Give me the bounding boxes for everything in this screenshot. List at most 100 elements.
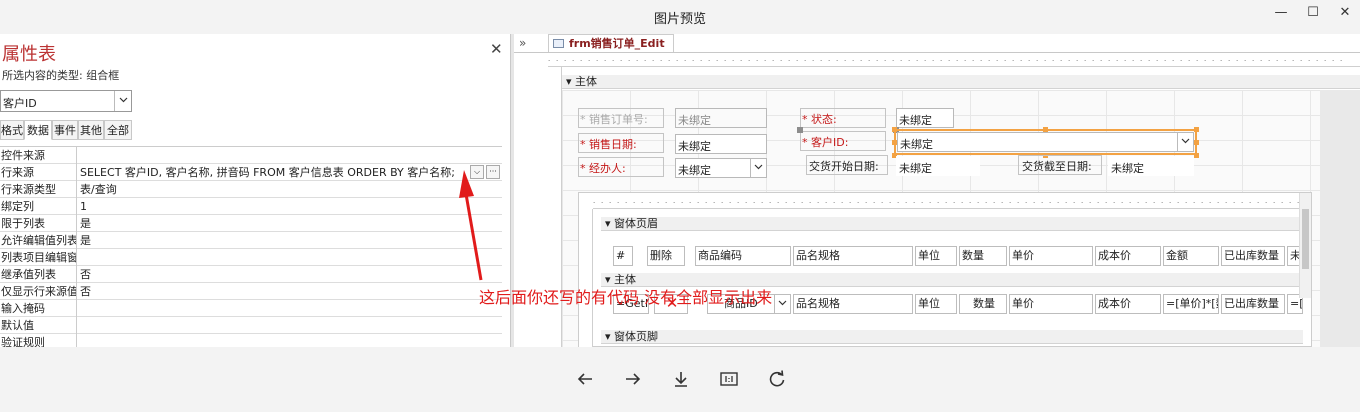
- property-value[interactable]: 表/查询: [80, 181, 460, 198]
- property-value[interactable]: 1: [80, 198, 460, 215]
- subform-footer-bar[interactable]: ▾ 窗体页脚: [601, 330, 1303, 344]
- ruler-tick: ·: [956, 57, 959, 65]
- property-value[interactable]: [80, 300, 460, 317]
- column-header[interactable]: 已出库数量: [1221, 246, 1285, 266]
- property-value[interactable]: [80, 147, 460, 164]
- resize-handle[interactable]: [892, 127, 897, 132]
- scrollbar-thumb[interactable]: [1302, 209, 1309, 269]
- column-header[interactable]: #: [613, 246, 633, 266]
- control-selector[interactable]: 客户ID: [0, 90, 132, 112]
- field-start-date[interactable]: 未绑定: [896, 156, 980, 176]
- move-handle[interactable]: [797, 127, 803, 133]
- resize-handle[interactable]: [892, 140, 897, 145]
- resize-handle[interactable]: [1194, 127, 1199, 132]
- chevron-down-icon[interactable]: [750, 159, 766, 177]
- subform-control[interactable]: · · · · · · · · · · · · · · · · · · · · · · · · · · · · · · · · · · · · · · · ·…: [578, 192, 1312, 347]
- property-row[interactable]: 控件来源: [0, 147, 502, 164]
- column-header[interactable]: 单位: [915, 246, 957, 266]
- ruler-tick: ·: [953, 199, 956, 207]
- tab-format[interactable]: 格式: [0, 120, 24, 140]
- property-value[interactable]: 是: [80, 232, 460, 249]
- property-row[interactable]: 继承值列表否: [0, 266, 502, 283]
- column-header[interactable]: 品名规格: [793, 246, 913, 266]
- ruler-tick: ·: [1268, 57, 1271, 65]
- quantity-field[interactable]: 数量: [959, 294, 1007, 314]
- previous-arrow-icon[interactable]: [573, 369, 597, 393]
- ruler-tick: ·: [636, 57, 639, 65]
- column-header[interactable]: 数量: [959, 246, 1007, 266]
- field-order-no[interactable]: 未绑定: [675, 108, 767, 128]
- chevron-down-icon[interactable]: [114, 91, 131, 111]
- ruler-tick: ·: [980, 57, 983, 65]
- tab-data[interactable]: 数据: [24, 120, 52, 140]
- resize-handle[interactable]: [1194, 153, 1199, 158]
- ruler-tick: ·: [756, 57, 759, 65]
- row-source-value[interactable]: SELECT 客户ID, 客户名称, 拼音码 FROM 客户信息表 ORDER …: [80, 164, 460, 181]
- resize-handle[interactable]: [1043, 127, 1048, 132]
- chevron-down-icon[interactable]: [774, 295, 790, 313]
- field-status[interactable]: 未绑定: [896, 108, 954, 128]
- property-row[interactable]: 允许编辑值列表是: [0, 232, 502, 249]
- ruler-tick: ·: [969, 199, 972, 207]
- ruler-tick: ·: [601, 199, 604, 207]
- ruler-tick: ·: [1241, 199, 1244, 207]
- property-value[interactable]: 否: [80, 266, 460, 283]
- tab-other[interactable]: 其他: [78, 120, 104, 140]
- close-button[interactable]: ✕: [1332, 4, 1358, 22]
- tab-all[interactable]: 全部: [104, 120, 132, 140]
- property-value[interactable]: [80, 317, 460, 334]
- actual-size-icon[interactable]: [717, 369, 741, 393]
- download-icon[interactable]: [669, 369, 693, 393]
- image-viewer: 属性表 ✕ 所选内容的类型: 组合框 客户ID 格式 数据 事件 其他 全部 控…: [0, 34, 1360, 347]
- ruler-tick: ·: [884, 57, 887, 65]
- field-sale-date[interactable]: 未绑定: [675, 134, 767, 154]
- property-sheet-close-icon[interactable]: ✕: [490, 40, 503, 58]
- property-row[interactable]: 输入掩码: [0, 300, 502, 317]
- ruler-tick: ·: [732, 57, 735, 65]
- property-value[interactable]: [80, 334, 460, 347]
- minimize-button[interactable]: —: [1268, 4, 1294, 22]
- document-tab[interactable]: frm销售订单_Edit: [548, 34, 674, 52]
- property-row[interactable]: 验证规则: [0, 334, 502, 347]
- column-header[interactable]: 商品编码: [695, 246, 791, 266]
- property-row[interactable]: 仅显示行来源值否: [0, 283, 502, 300]
- price-field[interactable]: 单价: [1009, 294, 1093, 314]
- next-arrow-icon[interactable]: [621, 369, 645, 393]
- collapse-pane-icon[interactable]: »: [519, 36, 526, 50]
- cost-field[interactable]: 成本价: [1095, 294, 1161, 314]
- ruler-tick: ·: [764, 57, 767, 65]
- maximize-button[interactable]: ☐: [1300, 4, 1326, 22]
- property-row[interactable]: 行来源类型 表/查询: [0, 181, 502, 198]
- handler-combobox[interactable]: 未绑定: [675, 158, 767, 178]
- tab-event[interactable]: 事件: [52, 120, 78, 140]
- resize-handle[interactable]: [1194, 140, 1199, 145]
- column-header[interactable]: 删除: [647, 246, 685, 266]
- column-header[interactable]: 金额: [1163, 246, 1219, 266]
- shipped-qty-field[interactable]: 已出库数量: [1221, 294, 1285, 314]
- column-header[interactable]: 成本价: [1095, 246, 1161, 266]
- ruler-tick: ·: [1273, 199, 1276, 207]
- subform-scrollbar[interactable]: [1299, 193, 1311, 298]
- ruler-tick: ·: [1169, 199, 1172, 207]
- property-value[interactable]: 是: [80, 215, 460, 232]
- ruler-tick: ·: [564, 57, 567, 65]
- spec-field[interactable]: 品名规格: [793, 294, 913, 314]
- property-value[interactable]: 否: [80, 283, 460, 300]
- property-row-row-source[interactable]: 行来源 SELECT 客户ID, 客户名称, 拼音码 FROM 客户信息表 OR…: [0, 164, 502, 181]
- rotate-icon[interactable]: [765, 369, 789, 393]
- property-row[interactable]: 限于列表是: [0, 215, 502, 232]
- subform-header-bar[interactable]: ▾ 窗体页眉: [601, 217, 1303, 231]
- section-detail-bar[interactable]: ▾ 主体: [562, 75, 1360, 89]
- property-row[interactable]: 默认值: [0, 317, 502, 334]
- property-value[interactable]: [80, 249, 460, 266]
- column-header[interactable]: 单价: [1009, 246, 1093, 266]
- property-row[interactable]: 列表项目编辑窗: [0, 249, 502, 266]
- field-end-date[interactable]: 未绑定: [1108, 156, 1194, 176]
- property-key: 继承值列表: [0, 266, 77, 283]
- property-row[interactable]: 绑定列 1: [0, 198, 502, 215]
- amount-field[interactable]: =[单价]*[数: [1163, 294, 1219, 314]
- ruler-tick: ·: [857, 199, 860, 207]
- ruler-tick: ·: [777, 199, 780, 207]
- ruler-tick: ·: [665, 199, 668, 207]
- unit-field[interactable]: 单位: [915, 294, 957, 314]
